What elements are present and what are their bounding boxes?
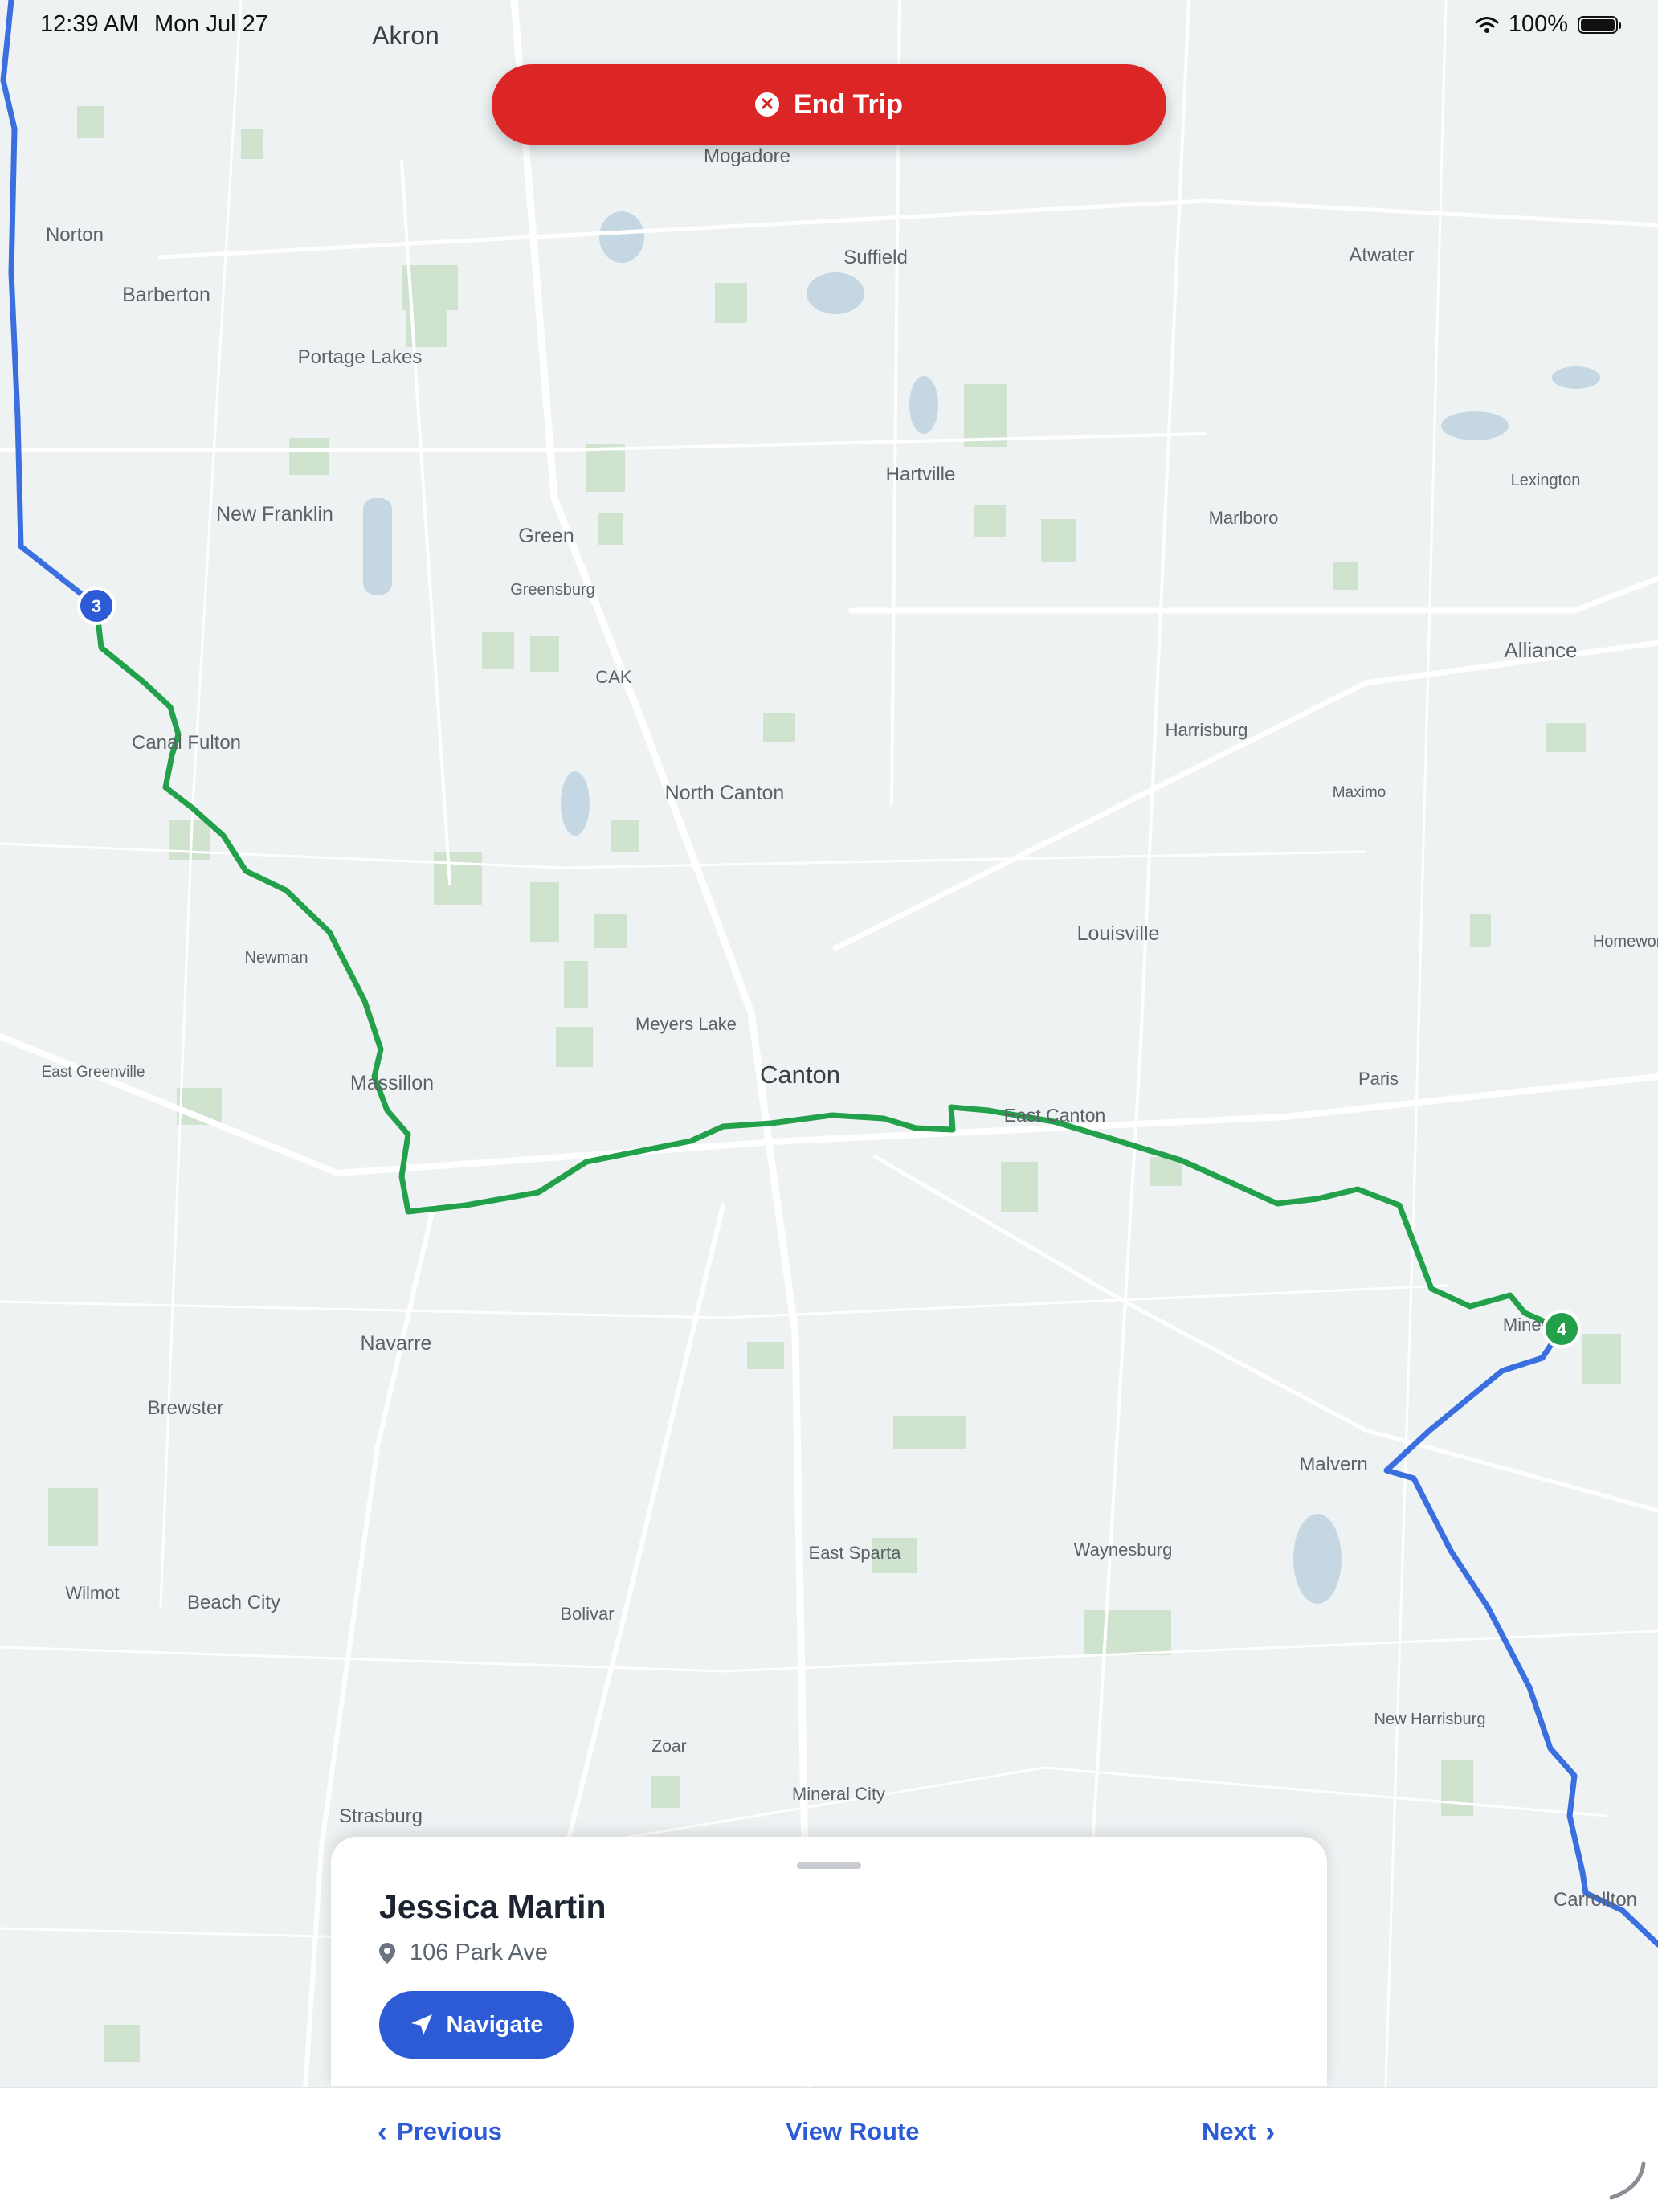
view-route-label: View Route bbox=[786, 2117, 920, 2145]
place-label: Paris bbox=[1358, 1069, 1399, 1089]
place-label: Navarre bbox=[361, 1332, 432, 1355]
battery-icon bbox=[1578, 15, 1621, 34]
place-label: Barberton bbox=[122, 284, 210, 306]
place-label: New Franklin bbox=[216, 503, 333, 525]
place-label: Strasburg bbox=[339, 1805, 423, 1827]
place-label: Lexington bbox=[1511, 472, 1581, 489]
place-label: Canton bbox=[760, 1061, 840, 1089]
place-label: Malvern bbox=[1299, 1454, 1367, 1475]
address-text: 106 Park Ave bbox=[410, 1940, 548, 1965]
place-label: Portage Lakes bbox=[298, 346, 423, 368]
place-label: Hartville bbox=[886, 464, 956, 485]
home-indicator-corner-icon bbox=[1609, 2161, 1646, 2200]
customer-name: Jessica Martin bbox=[379, 1888, 606, 1925]
x-circle-icon: ✕ bbox=[755, 92, 779, 117]
status-date: Mon Jul 27 bbox=[154, 11, 268, 37]
view-route-button[interactable]: View Route bbox=[786, 2117, 920, 2146]
chevron-left-icon: ‹ bbox=[378, 2115, 387, 2148]
sheet-drag-handle[interactable] bbox=[797, 1862, 861, 1869]
stop-marker-3[interactable]: 3 bbox=[77, 587, 116, 625]
location-pin-icon bbox=[379, 1942, 395, 1964]
place-label: Mogadore bbox=[704, 145, 790, 167]
place-label: Massillon bbox=[350, 1072, 434, 1094]
place-label: Maximo bbox=[1333, 784, 1386, 801]
place-label: Bolivar bbox=[560, 1604, 614, 1624]
place-label: Canal Fulton bbox=[132, 732, 241, 754]
chevron-right-icon: › bbox=[1265, 2115, 1276, 2148]
place-label: Atwater bbox=[1349, 244, 1414, 266]
place-label: East Sparta bbox=[809, 1543, 902, 1563]
place-label: Norton bbox=[46, 224, 104, 246]
previous-label: Previous bbox=[397, 2117, 502, 2145]
end-trip-label: End Trip bbox=[794, 88, 903, 120]
navigate-label: Navigate bbox=[446, 2011, 544, 2038]
place-label: Carrollton bbox=[1554, 1889, 1637, 1911]
place-label: New Harrisburg bbox=[1374, 1711, 1486, 1728]
status-indicators: 100% bbox=[1475, 11, 1621, 38]
place-label: East Greenville bbox=[42, 1064, 145, 1081]
status-bar: 12:39 AM Mon Jul 27 100% bbox=[0, 0, 1658, 51]
next-label: Next bbox=[1202, 2117, 1256, 2145]
place-label: Beach City bbox=[187, 1592, 280, 1613]
stop-marker-label: 4 bbox=[1557, 1319, 1567, 1339]
stop-marker-label: 3 bbox=[92, 596, 101, 616]
place-label: CAK bbox=[595, 667, 632, 687]
place-label: East Canton bbox=[1004, 1105, 1106, 1126]
place-label: Waynesburg bbox=[1074, 1539, 1173, 1560]
place-label: North Canton bbox=[665, 782, 785, 804]
end-trip-button[interactable]: ✕ End Trip bbox=[492, 64, 1166, 145]
stop-marker-4[interactable]: 4 bbox=[1542, 1310, 1581, 1348]
navigation-arrow-icon bbox=[410, 2014, 432, 2035]
status-time: 12:39 AM bbox=[40, 11, 139, 37]
place-label: Meyers Lake bbox=[635, 1014, 737, 1034]
next-button[interactable]: Next › bbox=[1202, 2117, 1275, 2146]
place-label: Alliance bbox=[1504, 638, 1577, 662]
wifi-icon bbox=[1475, 16, 1499, 33]
place-label: Suffield bbox=[843, 247, 908, 268]
place-label: Zoar bbox=[651, 1737, 686, 1756]
battery-percent: 100% bbox=[1508, 11, 1568, 37]
customer-address: 106 Park Ave bbox=[379, 1940, 548, 1966]
place-label: Homeworth bbox=[1593, 933, 1658, 951]
place-label: Wilmot bbox=[65, 1583, 119, 1603]
place-label: Green bbox=[518, 525, 574, 547]
place-label: Mineral City bbox=[792, 1784, 885, 1804]
place-label: Louisville bbox=[1077, 922, 1160, 945]
stop-detail-sheet[interactable]: Jessica Martin 106 Park Ave Navigate bbox=[331, 1837, 1327, 2086]
place-label: Newman bbox=[245, 949, 308, 967]
previous-button[interactable]: ‹ Previous bbox=[378, 2117, 502, 2146]
place-label: Brewster bbox=[148, 1397, 224, 1419]
place-label: Marlboro bbox=[1209, 508, 1279, 528]
navigate-button[interactable]: Navigate bbox=[379, 1991, 574, 2059]
place-label: Greensburg bbox=[510, 581, 595, 599]
bottom-navigation-bar: ‹ Previous View Route Next › bbox=[0, 2087, 1658, 2212]
place-label: Harrisburg bbox=[1166, 720, 1248, 740]
